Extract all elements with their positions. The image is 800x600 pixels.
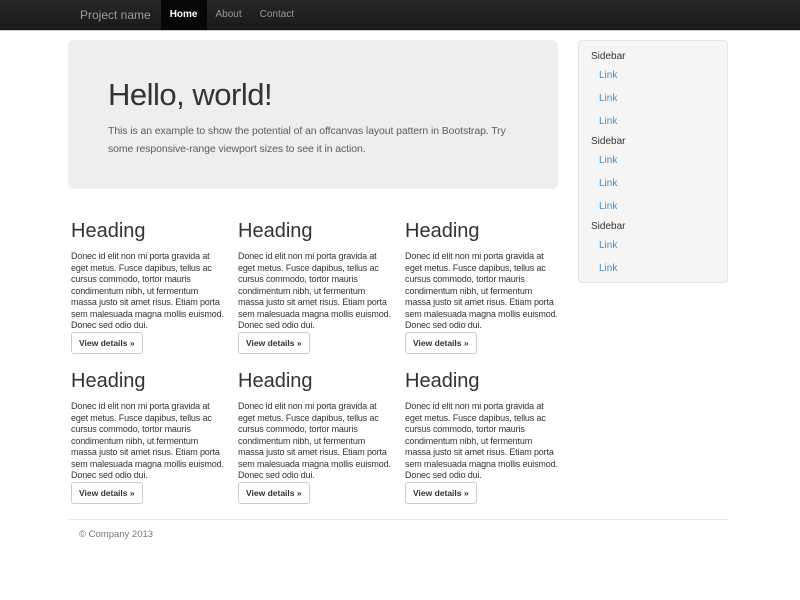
sidebar-link[interactable]: Link [579,257,727,280]
view-details-button[interactable]: View details » [238,332,310,354]
card-heading: Heading [71,221,226,242]
card-heading: Heading [71,371,226,392]
navbar-brand[interactable]: Project name [80,0,151,30]
content-card: Heading Donec id elit non mi porta gravi… [71,221,238,366]
content-card: Heading Donec id elit non mi porta gravi… [238,221,405,366]
top-navbar: Project name Home About Contact [0,0,800,31]
page-title: Hello, world! [108,78,518,112]
sidebar-link[interactable]: Link [579,64,727,87]
sidebar-link[interactable]: Link [579,110,727,133]
card-body-text: Donec id elit non mi porta gravida at eg… [405,401,560,482]
jumbotron-description: This is an example to show the potential… [108,122,508,158]
card-body-text: Donec id elit non mi porta gravida at eg… [71,251,226,332]
sidebar-link[interactable]: Link [579,195,727,218]
view-details-button[interactable]: View details » [405,332,477,354]
card-heading: Heading [405,221,560,242]
card-body-text: Donec id elit non mi porta gravida at eg… [405,251,560,332]
sidebar-link[interactable]: Link [579,87,727,110]
view-details-button[interactable]: View details » [238,482,310,504]
view-details-button[interactable]: View details » [71,332,143,354]
card-heading: Heading [238,221,393,242]
card-body-text: Donec id elit non mi porta gravida at eg… [238,401,393,482]
view-details-button[interactable]: View details » [405,482,477,504]
sidebar-section-title: Sidebar [579,218,727,234]
content-card: Heading Donec id elit non mi porta gravi… [71,371,238,516]
view-details-button[interactable]: View details » [71,482,143,504]
nav-item-about[interactable]: About [207,0,251,30]
card-body-text: Donec id elit non mi porta gravida at eg… [238,251,393,332]
content-card: Heading Donec id elit non mi porta gravi… [405,371,572,516]
sidebar-link[interactable]: Link [579,234,727,257]
card-heading: Heading [238,371,393,392]
content-row-1: Heading Donec id elit non mi porta gravi… [71,221,581,366]
content-row-2: Heading Donec id elit non mi porta gravi… [71,371,581,516]
card-heading: Heading [405,371,560,392]
sidebar: Sidebar Link Link Link Sidebar Link Link… [578,40,728,283]
content-card: Heading Donec id elit non mi porta gravi… [405,221,572,366]
nav-item-home[interactable]: Home [161,0,207,30]
sidebar-link[interactable]: Link [579,149,727,172]
jumbotron: Hello, world! This is an example to show… [68,40,558,189]
footer-copyright: © Company 2013 [79,529,153,540]
footer-divider [68,519,729,520]
sidebar-section-title: Sidebar [579,133,727,149]
sidebar-section-title: Sidebar [579,48,727,64]
card-body-text: Donec id elit non mi porta gravida at eg… [71,401,226,482]
content-card: Heading Donec id elit non mi porta gravi… [238,371,405,516]
nav-item-contact[interactable]: Contact [251,0,303,30]
sidebar-link[interactable]: Link [579,172,727,195]
